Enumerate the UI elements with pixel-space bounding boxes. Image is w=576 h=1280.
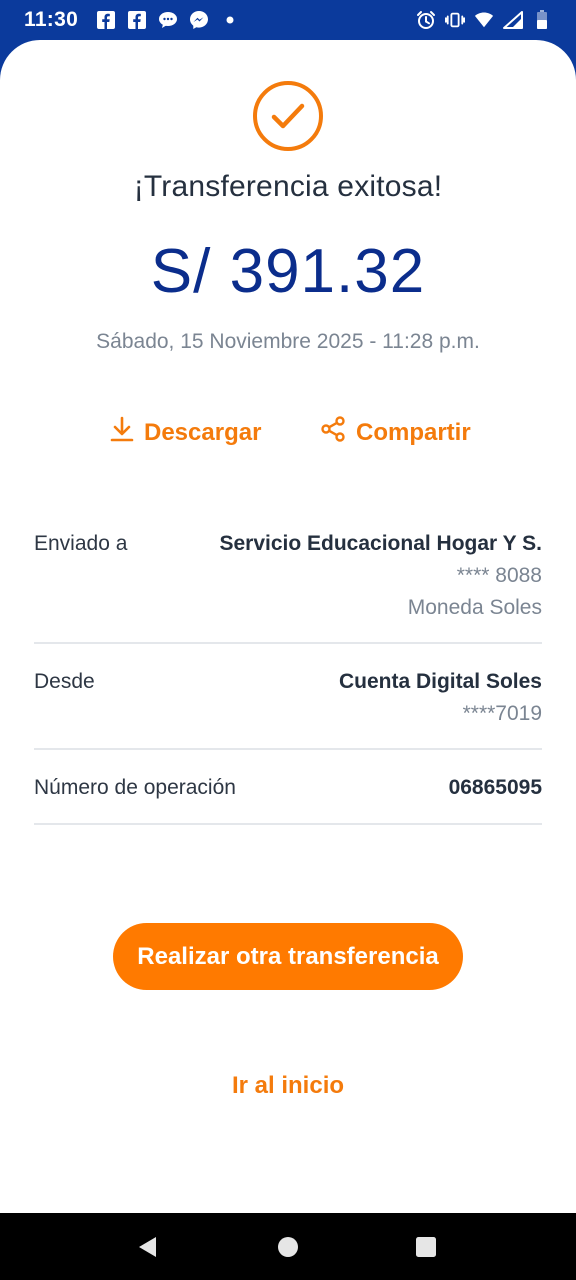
source-account-number: ****7019 bbox=[462, 702, 542, 725]
share-icon bbox=[320, 416, 346, 449]
dot-icon bbox=[220, 10, 240, 30]
detail-row-operation: Número de operación 06865095 bbox=[34, 750, 542, 825]
alarm-icon bbox=[416, 10, 436, 30]
share-label: Compartir bbox=[356, 418, 471, 446]
recipient-account: **** 8088 bbox=[456, 564, 542, 587]
recents-nav-icon[interactable] bbox=[414, 1235, 438, 1259]
source-account-name: Cuenta Digital Soles bbox=[338, 670, 542, 693]
signal-icon bbox=[503, 10, 523, 30]
success-title: ¡Transferencia exitosa! bbox=[133, 170, 443, 203]
detail-row-recipient: Enviado a Servicio Educacional Hogar Y S… bbox=[34, 524, 542, 644]
back-nav-icon[interactable] bbox=[136, 1235, 160, 1259]
source-label: Desde bbox=[34, 670, 95, 693]
receipt-actions: Descargar Compartir bbox=[0, 416, 576, 456]
wifi-icon bbox=[474, 10, 494, 30]
download-icon bbox=[110, 416, 134, 449]
operation-label: Número de operación bbox=[34, 776, 236, 799]
transfer-amount: S/ 391.32 bbox=[150, 237, 426, 306]
battery-icon bbox=[532, 10, 552, 30]
recipient-currency: Moneda Soles bbox=[407, 596, 542, 619]
home-nav-icon[interactable] bbox=[276, 1235, 300, 1259]
system-nav-bar bbox=[0, 1213, 576, 1280]
notification-icons bbox=[96, 10, 240, 30]
vibrate-icon bbox=[445, 10, 465, 30]
success-check-icon bbox=[252, 80, 324, 152]
chat-bubble-icon bbox=[158, 10, 178, 30]
transfer-datetime: Sábado, 15 Noviembre 2025 - 11:28 p.m. bbox=[96, 330, 480, 353]
status-bar: 11:30 bbox=[0, 0, 576, 40]
recipient-label: Enviado a bbox=[34, 532, 128, 555]
receipt-card: ¡Transferencia exitosa! S/ 391.32 Sábado… bbox=[0, 40, 576, 1213]
messenger-icon bbox=[189, 10, 209, 30]
download-button[interactable]: Descargar bbox=[110, 416, 261, 449]
facebook-icon bbox=[127, 10, 147, 30]
system-icons bbox=[416, 10, 552, 30]
download-label: Descargar bbox=[144, 418, 262, 446]
go-home-link[interactable]: Ir al inicio bbox=[0, 1072, 576, 1100]
transfer-details: Enviado a Servicio Educacional Hogar Y S… bbox=[34, 524, 542, 825]
status-time: 11:30 bbox=[24, 8, 79, 31]
facebook-icon bbox=[96, 10, 116, 30]
share-button[interactable]: Compartir bbox=[320, 416, 471, 449]
detail-row-source: Desde Cuenta Digital Soles ****7019 bbox=[34, 644, 542, 750]
new-transfer-button[interactable]: Realizar otra transferencia bbox=[113, 923, 463, 990]
